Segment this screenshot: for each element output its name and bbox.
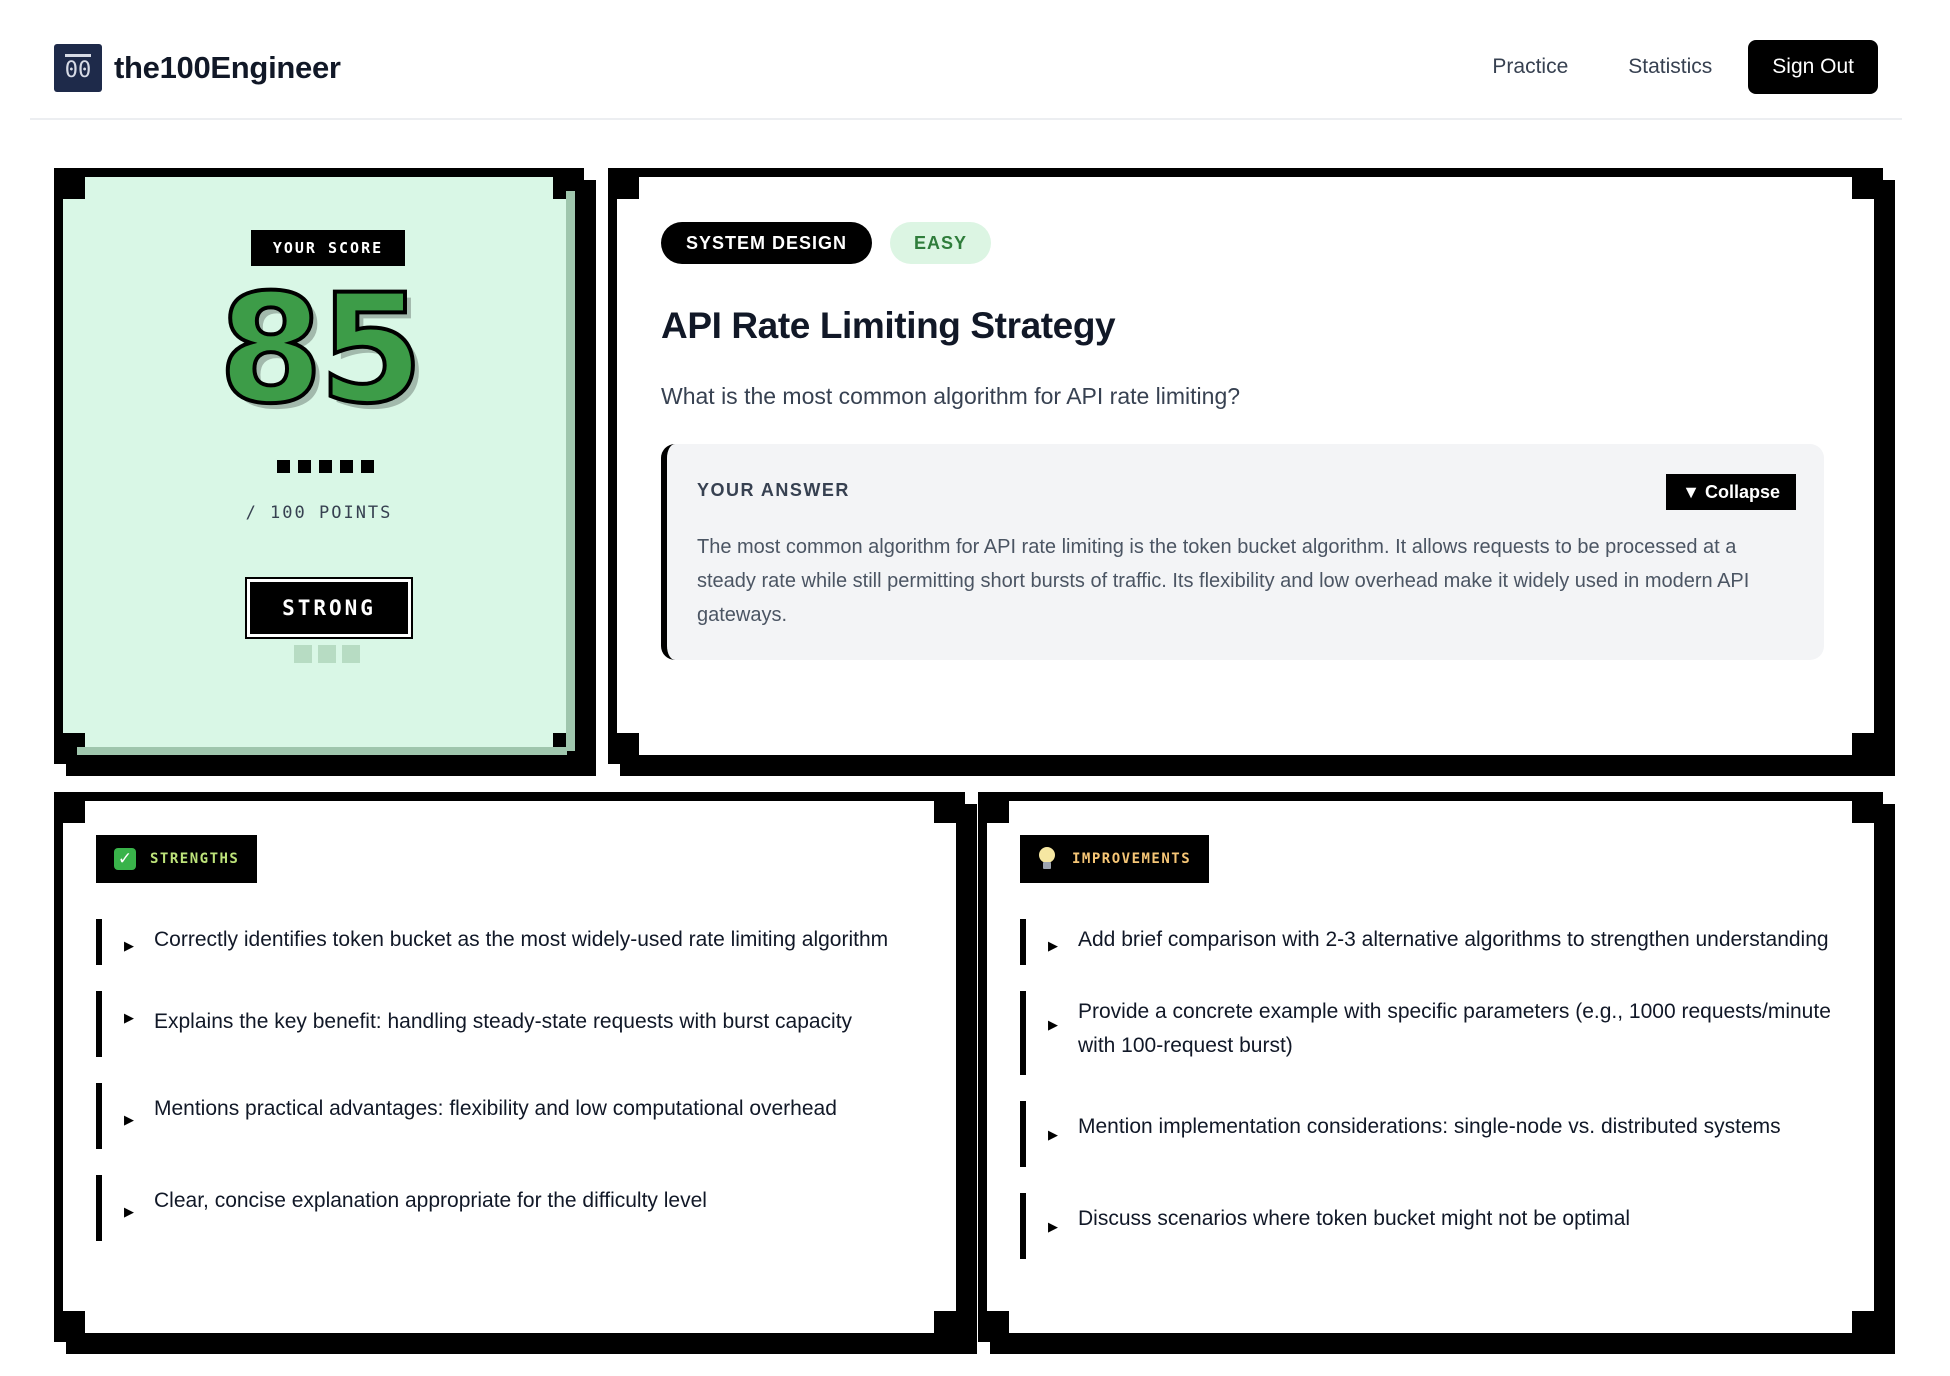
bullet-arrow-icon: ▶: [124, 1112, 134, 1127]
improvement-item: ▶ Discuss scenarios where token bucket m…: [1020, 1193, 1846, 1259]
strength-text: Mentions practical advantages: flexibili…: [154, 1097, 837, 1120]
question-prompt: What is the most common algorithm for AP…: [661, 383, 1241, 409]
nav-statistics-link[interactable]: Statistics: [1628, 55, 1712, 79]
strength-item: ▶ Correctly identifies token bucket as t…: [96, 919, 928, 965]
bullet-arrow-icon: ▶: [1048, 1017, 1058, 1032]
category-tag: SYSTEM DESIGN: [661, 222, 873, 264]
bullet-arrow-icon: ▶: [1048, 938, 1058, 953]
app-name: the100Engineer: [114, 50, 341, 85]
difficulty-tag: EASY: [890, 222, 992, 264]
answer-label: YOUR ANSWER: [697, 480, 850, 500]
logo[interactable]: 00 the100Engineer: [54, 44, 341, 92]
bullet-arrow-icon: ▶: [124, 1010, 134, 1025]
improvement-text: Mention implementation considerations: s…: [1078, 1115, 1781, 1138]
improvement-item: ▶ Add brief comparison with 2-3 alternat…: [1020, 919, 1846, 965]
check-icon: ✓: [114, 848, 136, 870]
score-dots-decoration: [277, 460, 382, 473]
improvement-text: Add brief comparison with 2-3 alternativ…: [1078, 928, 1829, 951]
rating-blocks-decoration: [294, 645, 366, 663]
question-title: API Rate Limiting Strategy: [661, 305, 1116, 346]
strength-text: Clear, concise explanation appropriate f…: [154, 1189, 707, 1212]
improvement-item: ▶ Provide a concrete example with specif…: [1020, 991, 1846, 1075]
bullet-arrow-icon: ▶: [1048, 1127, 1058, 1142]
bullet-arrow-icon: ▶: [124, 1204, 134, 1219]
bullet-arrow-icon: ▶: [124, 938, 134, 953]
improvement-text: Provide a concrete example with specific…: [1078, 1000, 1831, 1057]
answer-text: The most common algorithm for API rate l…: [697, 536, 1750, 626]
strength-item: ▶ Clear, concise explanation appropriate…: [96, 1175, 928, 1241]
top-nav-bar: 00 the100Engineer Practice Statistics Si…: [30, 0, 1902, 120]
strengths-list: ▶ Correctly identifies token bucket as t…: [96, 919, 928, 1267]
strengths-title: STRENGTHS: [150, 851, 240, 867]
improvements-card: IMPROVEMENTS ▶ Add brief comparison with…: [978, 792, 1883, 1342]
question-card: SYSTEM DESIGN EASY API Rate Limiting Str…: [608, 168, 1883, 764]
question-tags: SYSTEM DESIGN EASY: [661, 222, 992, 264]
improvements-title: IMPROVEMENTS: [1072, 851, 1192, 867]
strengths-card: ✓ STRENGTHS ▶ Correctly identifies token…: [54, 792, 965, 1342]
rating-badge: STRONG: [245, 577, 413, 639]
score-out-of: / 100 POINTS: [245, 503, 393, 523]
improvements-header: IMPROVEMENTS: [1020, 835, 1210, 883]
strength-item: ▶ Explains the key benefit: handling ste…: [96, 991, 928, 1057]
strength-item: ▶ Mentions practical advantages: flexibi…: [96, 1083, 928, 1149]
collapse-button[interactable]: ▼ Collapse: [1666, 474, 1796, 510]
strengths-header: ✓ STRENGTHS: [96, 835, 258, 883]
strength-text: Explains the key benefit: handling stead…: [154, 1010, 853, 1033]
bullet-arrow-icon: ▶: [1048, 1219, 1058, 1234]
improvements-list: ▶ Add brief comparison with 2-3 alternat…: [1020, 919, 1846, 1285]
logo-icon: 00: [54, 44, 102, 92]
nav-links: Practice Statistics Sign Out: [1492, 40, 1878, 94]
answer-box: YOUR ANSWER ▼ Collapse The most common a…: [661, 444, 1824, 660]
score-card: YOUR SCORE 85 / 100 POINTS STRONG: [54, 168, 584, 764]
sign-out-button[interactable]: Sign Out: [1748, 40, 1878, 94]
improvement-item: ▶ Mention implementation considerations:…: [1020, 1101, 1846, 1167]
nav-practice-link[interactable]: Practice: [1492, 55, 1568, 79]
lightbulb-icon: [1038, 847, 1056, 871]
score-value: 85: [217, 261, 426, 439]
strength-text: Correctly identifies token bucket as the…: [154, 928, 889, 951]
improvement-text: Discuss scenarios where token bucket mig…: [1078, 1207, 1631, 1230]
